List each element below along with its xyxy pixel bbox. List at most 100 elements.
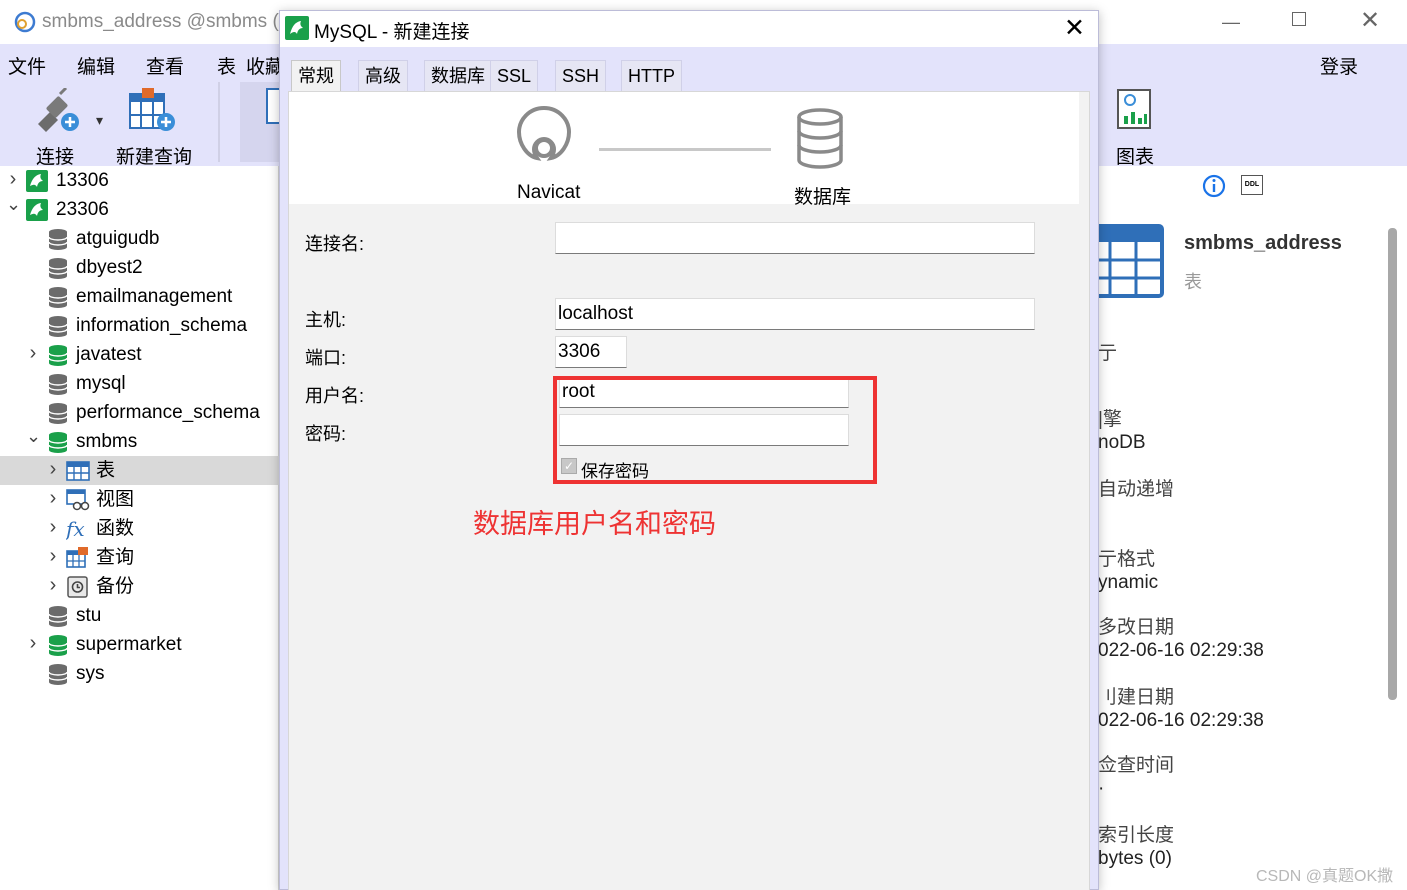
database-icon — [47, 373, 69, 395]
menu-edit[interactable]: 编辑 — [77, 52, 115, 79]
plug-icon — [38, 88, 79, 132]
chevron-down-icon[interactable]: ⌄ — [6, 190, 21, 219]
navigation-tree: › 13306 ⌄ 23306 atguigudb dbyest2 emailmanagem… — [0, 166, 279, 890]
tree-item-label: 23306 — [56, 199, 109, 220]
database-icon — [47, 257, 69, 279]
tab-databases[interactable]: 数据库 — [424, 60, 492, 91]
tree-item-emailmanagement[interactable]: emailmanagement — [0, 282, 279, 311]
tree-item-查询[interactable]: › 查询 — [0, 543, 279, 572]
connection-name-input[interactable] — [555, 222, 1035, 254]
connect-button[interactable]: ▾ 连接 — [28, 88, 108, 168]
database-icon — [47, 605, 69, 627]
tree-item-label: supermarket — [76, 634, 182, 655]
chart-button[interactable]: 图表 — [1108, 88, 1168, 168]
table-large-icon — [1098, 224, 1164, 298]
annotation-text: 数据库用户名和密码 — [473, 509, 716, 539]
tree-item-表[interactable]: › 表 — [0, 456, 279, 485]
chevron-right-icon[interactable]: › — [46, 484, 60, 513]
tree-item-information-schema[interactable]: information_schema — [0, 311, 279, 340]
dialog-title-bar: MySQL - 新建连接 ✕ — [280, 11, 1098, 47]
mysql-connection-icon — [26, 170, 48, 192]
login-link[interactable]: 登录 — [1320, 52, 1358, 79]
general-tab-panel: Navicat 数据库 连接名: 主机: 端口: 用户名: 密码: ✓ 保存密码… — [288, 91, 1090, 890]
tree-item-label: 备份 — [96, 576, 135, 597]
chevron-right-icon[interactable]: › — [26, 339, 40, 368]
new-connection-dialog: MySQL - 新建连接 ✕ 常规 高级 数据库 SSL SSH HTTP Na… — [279, 10, 1099, 890]
tab-ssl[interactable]: SSL — [490, 60, 539, 91]
connection-name-label: 连接名: — [305, 234, 365, 254]
chevron-right-icon[interactable]: › — [46, 513, 60, 542]
property-label: |擎 — [1098, 409, 1122, 430]
property-value: ynamic — [1098, 572, 1159, 593]
tree-item-label: dbyest2 — [76, 257, 143, 278]
watermark: CSDN @真题OK撒 — [1256, 868, 1394, 885]
tree-item-label: 13306 — [56, 170, 109, 191]
query-icon — [66, 547, 88, 569]
main-window-title: smbms_address @smbms ( — [42, 11, 279, 32]
database-icon — [47, 315, 69, 337]
tree-item-mysql[interactable]: mysql — [0, 369, 279, 398]
password-label: 密码: — [305, 424, 347, 444]
menu-table[interactable]: 表 — [217, 52, 236, 79]
chevron-right-icon[interactable]: › — [46, 455, 60, 484]
minimize-icon[interactable]: — — [1222, 12, 1240, 33]
tab-ssh[interactable]: SSH — [555, 60, 607, 91]
tree-item-javatest[interactable]: › javatest — [0, 340, 279, 369]
host-label: 主机: — [305, 310, 347, 330]
tab-general[interactable]: 常规 — [291, 60, 341, 91]
tree-item-sys[interactable]: sys — [0, 659, 279, 688]
connect-dropdown-icon[interactable]: ▾ — [96, 112, 103, 129]
tree-item-performance-schema[interactable]: performance_schema — [0, 398, 279, 427]
tree-item-函数[interactable]: › fx 函数 — [0, 514, 279, 543]
diagram-link-line — [599, 148, 771, 151]
chevron-right-icon[interactable]: › — [46, 571, 60, 600]
tree-item-smbms[interactable]: ⌄ smbms — [0, 426, 279, 456]
svg-text:fx: fx — [66, 518, 85, 540]
ddl-icon[interactable]: DDL — [1241, 175, 1263, 195]
connect-label: 连接 — [36, 147, 75, 168]
database-open-icon — [47, 344, 69, 366]
info-icon[interactable] — [1202, 174, 1226, 198]
property-label: 刂建日期 — [1098, 687, 1175, 708]
port-label: 端口: — [305, 348, 347, 368]
diagram-database-label: 数据库 — [794, 187, 852, 208]
new-query-button[interactable]: 新建查询 — [114, 88, 194, 168]
tree-item-23306[interactable]: ⌄ 23306 — [0, 194, 279, 224]
host-input[interactable] — [555, 298, 1035, 330]
property-value: 022-06-16 02:29:38 — [1098, 640, 1264, 661]
menu-file[interactable]: 文件 — [8, 52, 46, 79]
tree-item-label: emailmanagement — [76, 286, 233, 307]
diagram-navicat-label: Navicat — [517, 182, 581, 203]
tree-item-13306[interactable]: › 13306 — [0, 166, 279, 195]
object-type: 表 — [1184, 272, 1202, 292]
chevron-right-icon[interactable]: › — [26, 629, 40, 658]
tree-item-label: javatest — [76, 344, 142, 365]
tree-item-label: mysql — [76, 373, 126, 394]
dialog-title: MySQL - 新建连接 — [314, 22, 470, 43]
navicat-logo-icon — [516, 105, 572, 161]
object-name: smbms_address — [1184, 232, 1342, 254]
tree-item-label: 查询 — [96, 547, 135, 568]
tree-item-备份[interactable]: › 备份 — [0, 572, 279, 601]
tab-advanced[interactable]: 高级 — [358, 60, 408, 91]
chevron-down-icon[interactable]: ⌄ — [26, 422, 41, 451]
property-label: 亍 — [1098, 343, 1118, 364]
chevron-right-icon[interactable]: › — [46, 542, 60, 571]
tab-http[interactable]: HTTP — [621, 60, 682, 91]
tree-item-stu[interactable]: stu — [0, 601, 279, 630]
tree-item-dbyest2[interactable]: dbyest2 — [0, 253, 279, 282]
toolbar-table-button[interactable] — [240, 82, 280, 162]
tree-item-supermarket[interactable]: › supermarket — [0, 630, 279, 659]
database-icon — [47, 228, 69, 250]
dialog-close-icon[interactable]: ✕ — [1064, 13, 1085, 43]
tree-item-label: smbms — [76, 431, 138, 452]
panel-scrollbar[interactable] — [1388, 228, 1397, 700]
tree-item-视图[interactable]: › 视图 — [0, 485, 279, 514]
mysql-dolphin-icon — [285, 16, 309, 40]
dialog-tabs: 常规 高级 数据库 SSL SSH HTTP — [280, 47, 1098, 91]
maximize-icon[interactable] — [1292, 12, 1306, 26]
tree-item-atguigudb[interactable]: atguigudb — [0, 224, 279, 253]
close-window-icon[interactable]: ✕ — [1360, 6, 1380, 35]
menu-view[interactable]: 查看 — [146, 52, 184, 79]
port-input[interactable] — [555, 336, 627, 368]
